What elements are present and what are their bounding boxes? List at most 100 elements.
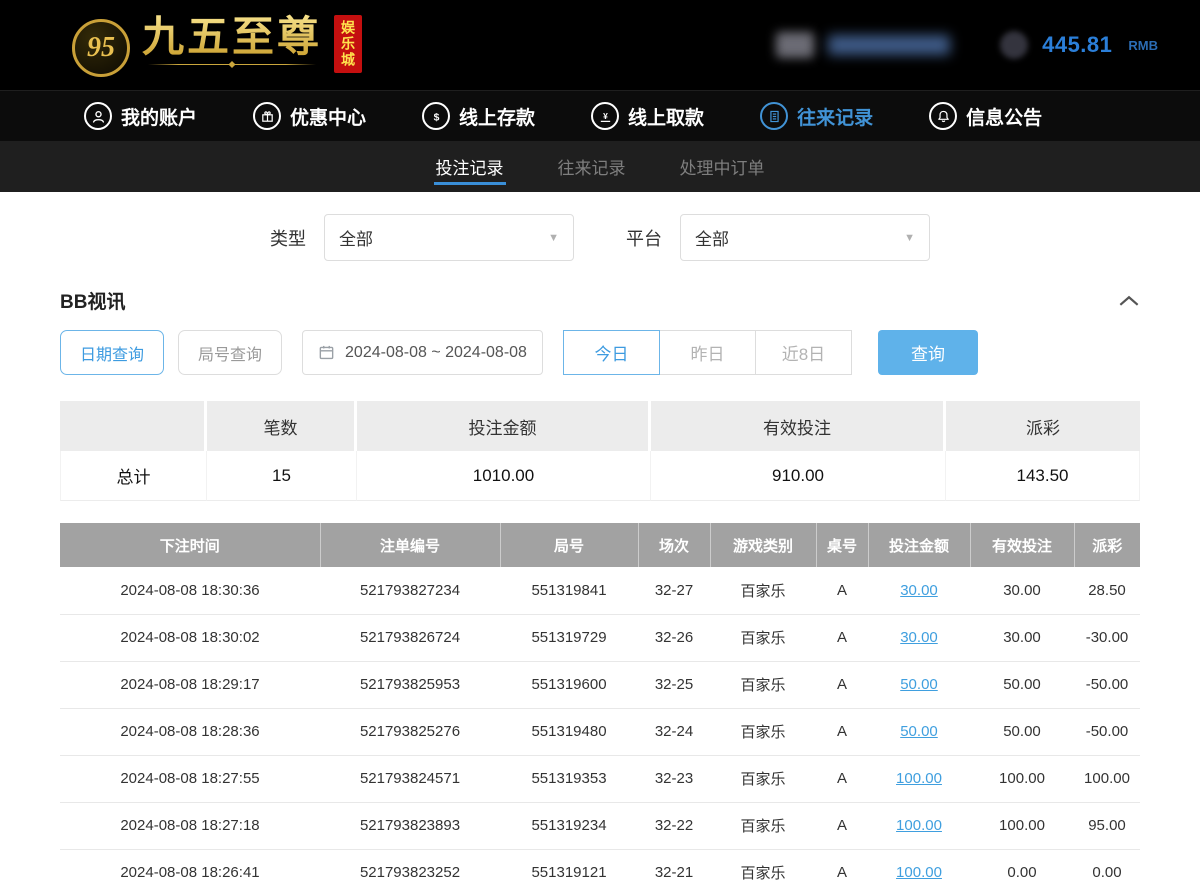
cell-order-id: 521793825276 (320, 708, 500, 755)
cell-order-id: 521793826724 (320, 614, 500, 661)
cell-order-id: 521793824571 (320, 755, 500, 802)
summary-header-cell: 投注金额 (357, 401, 651, 451)
column-header: 有效投注 (970, 523, 1074, 567)
user-area: 445.81 RMB (776, 31, 1158, 59)
cell-round-id: 551319600 (500, 661, 638, 708)
cell-round-id: 551319353 (500, 755, 638, 802)
tab-pending-orders[interactable]: 处理中订单 (676, 141, 769, 192)
bet-table-header-row: 下注时间注单编号局号场次游戏类别桌号投注金额有效投注派彩 (60, 523, 1140, 567)
summary-header-row: 笔数投注金额有效投注派彩 (60, 401, 1140, 451)
cell-table-code: A (816, 708, 868, 755)
type-select[interactable]: 全部 ▼ (324, 214, 574, 261)
logo-badge: 娱乐城 (334, 15, 362, 73)
search-button[interactable]: 查询 (878, 330, 978, 375)
cell-bet-amount: 100.00 (868, 849, 970, 893)
logo-coin-icon: 95 (72, 19, 130, 77)
cell-game-type: 百家乐 (710, 708, 816, 755)
cell-game-type: 百家乐 (710, 849, 816, 893)
main-nav: 我的账户 优惠中心 $线上存款 ¥ 线上取款 往来记录 信息公告 (0, 90, 1200, 141)
platform-select[interactable]: 全部 ▼ (680, 214, 930, 261)
cell-order-id: 521793827234 (320, 567, 500, 614)
cell-order-id: 521793823893 (320, 802, 500, 849)
column-header: 游戏类别 (710, 523, 816, 567)
summary-value-cell: 143.50 (946, 451, 1140, 501)
quick-date-button-last-8-days[interactable]: 近8日 (755, 330, 852, 375)
cell-table-code: A (816, 849, 868, 893)
balance-amount: 445.81 (1042, 32, 1112, 58)
bet-amount-link[interactable]: 100.00 (896, 817, 942, 834)
type-filter-label: 类型 (270, 225, 306, 251)
cell-valid-bet: 50.00 (970, 708, 1074, 755)
table-row: 2024-08-08 18:30:36521793827234551319841… (60, 567, 1140, 614)
cell-table-code: A (816, 614, 868, 661)
document-icon (760, 102, 788, 130)
nav-item-deposit[interactable]: $线上存款 (422, 102, 535, 130)
quick-date-button-today[interactable]: 今日 (563, 330, 660, 375)
quick-date-button-group: 今日昨日近8日 (563, 330, 852, 375)
bet-amount-link[interactable]: 100.00 (896, 770, 942, 787)
bet-amount-link[interactable]: 100.00 (896, 864, 942, 881)
cell-table-code: A (816, 802, 868, 849)
section-title: BB视讯 (60, 287, 125, 314)
bell-icon (929, 102, 957, 130)
cell-session: 32-23 (638, 755, 710, 802)
nav-item-withdraw[interactable]: ¥ 线上取款 (591, 102, 704, 130)
wallet-icon[interactable] (1000, 31, 1028, 59)
bet-table-body: 2024-08-08 18:30:36521793827234551319841… (60, 567, 1140, 893)
logo[interactable]: 95 九五至尊 娱乐城 (72, 13, 402, 77)
summary-table: 笔数投注金额有效投注派彩 总计151010.00910.00143.50 (60, 401, 1140, 501)
bet-amount-link[interactable]: 50.00 (900, 723, 938, 740)
cell-game-type: 百家乐 (710, 567, 816, 614)
cell-valid-bet: 30.00 (970, 614, 1074, 661)
tab-transaction-records[interactable]: 往来记录 (554, 141, 630, 192)
bet-records-table: 下注时间注单编号局号场次游戏类别桌号投注金额有效投注派彩 2024-08-08 … (60, 523, 1140, 893)
table-row: 2024-08-08 18:27:55521793824571551319353… (60, 755, 1140, 802)
nav-item-label: 优惠中心 (290, 103, 366, 130)
collapse-section-button[interactable] (1118, 294, 1140, 307)
bet-amount-link[interactable]: 30.00 (900, 629, 938, 646)
cell-game-type: 百家乐 (710, 661, 816, 708)
cell-session: 32-25 (638, 661, 710, 708)
platform-select-value: 全部 (695, 225, 729, 250)
cell-payout: 100.00 (1074, 755, 1140, 802)
nav-item-records[interactable]: 往来记录 (760, 102, 873, 130)
cell-payout: -50.00 (1074, 661, 1140, 708)
cell-table-code: A (816, 567, 868, 614)
bet-amount-link[interactable]: 50.00 (900, 676, 938, 693)
bet-amount-link[interactable]: 30.00 (900, 582, 938, 599)
cell-session: 32-26 (638, 614, 710, 661)
quick-date-button-yesterday[interactable]: 昨日 (659, 330, 756, 375)
cell-round-id: 551319729 (500, 614, 638, 661)
svg-text:¥: ¥ (603, 110, 608, 120)
column-header: 投注金额 (868, 523, 970, 567)
cell-round-id: 551319234 (500, 802, 638, 849)
column-header: 桌号 (816, 523, 868, 567)
date-query-button[interactable]: 日期查询 (60, 330, 164, 375)
cell-payout: 95.00 (1074, 802, 1140, 849)
cell-bet-amount: 100.00 (868, 755, 970, 802)
cell-bet-amount: 30.00 (868, 614, 970, 661)
nav-item-label: 我的账户 (121, 103, 197, 130)
svg-text:$: $ (433, 112, 439, 123)
cell-game-type: 百家乐 (710, 802, 816, 849)
nav-item-account[interactable]: 我的账户 (84, 102, 197, 130)
tab-bet-records[interactable]: 投注记录 (432, 141, 508, 192)
nav-item-promotions[interactable]: 优惠中心 (253, 102, 366, 130)
username-blurred (828, 35, 950, 55)
cell-valid-bet: 30.00 (970, 567, 1074, 614)
date-range-picker[interactable]: 2024-08-08 ~ 2024-08-08 (302, 330, 543, 375)
cell-round-id: 551319480 (500, 708, 638, 755)
section-header: BB视讯 (0, 279, 1200, 328)
cell-payout: -30.00 (1074, 614, 1140, 661)
cell-payout: 0.00 (1074, 849, 1140, 893)
coin-icon: $ (422, 102, 450, 130)
sub-nav: 投注记录往来记录处理中订单 (0, 141, 1200, 192)
nav-item-label: 线上取款 (628, 103, 704, 130)
summary-value-cell: 910.00 (651, 451, 946, 501)
cell-valid-bet: 0.00 (970, 849, 1074, 893)
cell-bet-time: 2024-08-08 18:29:17 (60, 661, 320, 708)
cell-valid-bet: 50.00 (970, 661, 1074, 708)
summary-value-cell: 15 (207, 451, 357, 501)
round-query-button[interactable]: 局号查询 (178, 330, 282, 375)
nav-item-announcements[interactable]: 信息公告 (929, 102, 1042, 130)
